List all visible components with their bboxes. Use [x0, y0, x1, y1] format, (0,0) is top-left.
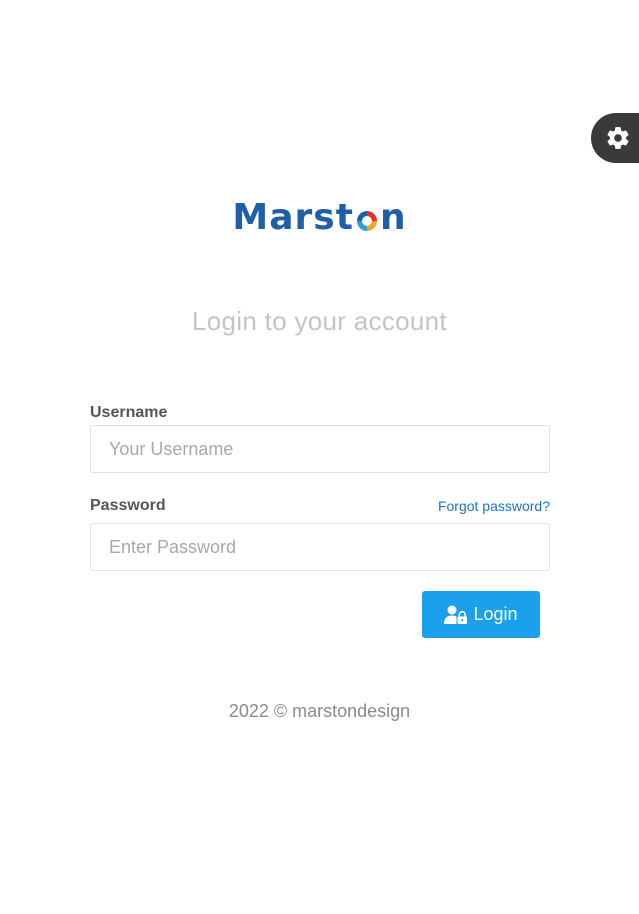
marston-logo: Marst n: [212, 194, 427, 242]
logo-wordmark: Marst n: [232, 200, 406, 236]
gear-icon: [607, 127, 629, 149]
page-title: Login to your account: [192, 306, 447, 336]
logo-text-end: n: [379, 197, 407, 238]
password-input[interactable]: [90, 523, 550, 571]
footer-copyright: 2022 © marstondesign: [228, 701, 411, 721]
login-button-label: Login: [473, 604, 518, 624]
user-lock-icon: [444, 605, 468, 624]
logo-ring-icon: [356, 211, 377, 231]
settings-toggle-button[interactable]: [591, 113, 639, 163]
logo-text-start: Marst: [232, 197, 354, 238]
login-page: Marst n Login to your account Username P…: [0, 0, 639, 914]
username-label: Username: [90, 404, 168, 421]
login-button[interactable]: Login: [422, 591, 540, 638]
forgot-password-link[interactable]: Forgot password?: [438, 498, 550, 514]
password-label: Password: [90, 497, 166, 514]
username-input[interactable]: [90, 425, 550, 473]
